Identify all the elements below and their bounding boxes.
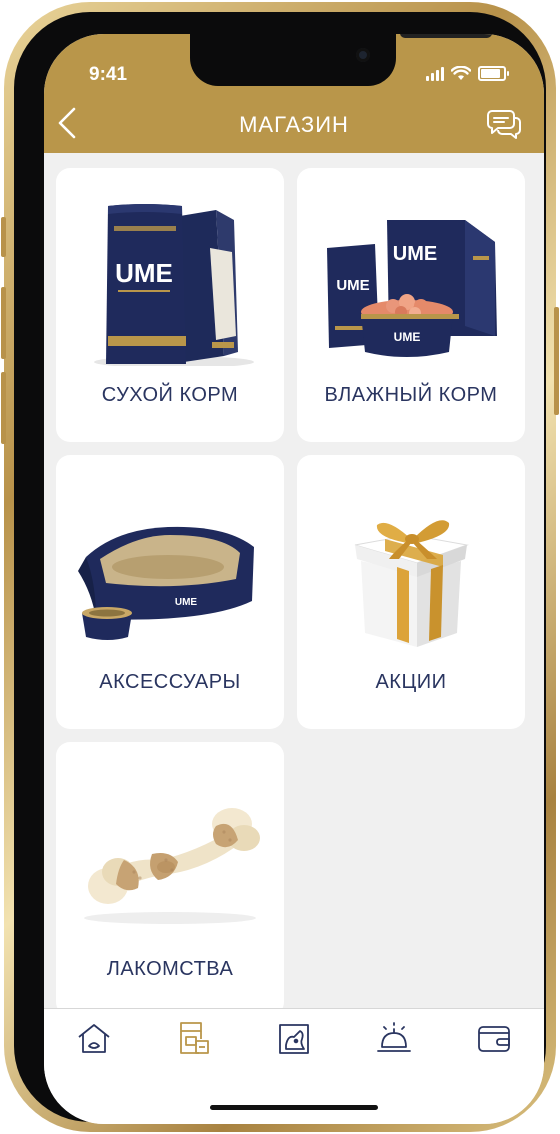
home-tab[interactable] — [74, 1019, 114, 1057]
pets-tab[interactable] — [274, 1019, 314, 1057]
shop-tab[interactable] — [174, 1019, 214, 1057]
category-label: АКЦИИ — [375, 671, 447, 693]
mute-switch — [1, 217, 6, 257]
volume-up-button — [1, 287, 6, 359]
category-label: ВЛАЖНЫЙ КОРМ — [324, 384, 498, 406]
volume-down-button — [1, 372, 6, 444]
status-icons — [426, 66, 509, 81]
notch — [190, 34, 492, 86]
bottom-tab-bar — [44, 1008, 544, 1124]
pet-bed-and-bowl-image: UME — [78, 526, 254, 640]
category-label: АКСЕССУАРЫ — [99, 671, 241, 693]
dry-food-bags-image: UME — [94, 204, 254, 366]
category-card-treats[interactable]: ЛАКОМСТВА — [56, 742, 284, 1016]
gift-box-image — [354, 520, 469, 647]
status-time: 9:41 — [89, 64, 128, 85]
brand-logo: UME — [336, 277, 369, 294]
wallet-tab[interactable] — [474, 1019, 514, 1057]
app-screen: 9:41 МАГАЗИН UME СУХОЙ КОРМ UME UME UME … — [44, 34, 544, 1124]
app-header: 9:41 МАГАЗИН — [44, 34, 544, 153]
category-card-dry-food[interactable]: UME СУХОЙ КОРМ — [56, 168, 284, 442]
pet-profile-icon — [279, 1024, 309, 1054]
phone-bezel: 9:41 МАГАЗИН UME СУХОЙ КОРМ UME UME UME … — [14, 12, 546, 1124]
chat-button[interactable] — [486, 107, 522, 139]
speaker-grille — [400, 34, 492, 38]
chew-bone-image — [84, 808, 260, 924]
home-icon — [78, 1024, 110, 1053]
phone-frame: 9:41 МАГАЗИН UME СУХОЙ КОРМ UME UME UME … — [1, 2, 559, 1132]
brand-logo: UME — [115, 258, 173, 288]
category-label: ЛАКОМСТВА — [106, 958, 234, 980]
camera-icon — [356, 48, 370, 62]
category-card-promotions[interactable]: АКЦИИ — [297, 455, 525, 729]
signal-icon — [426, 67, 444, 81]
battery-icon — [478, 66, 509, 81]
category-card-accessories[interactable]: UME АКСЕССУАРЫ — [56, 455, 284, 729]
services-tab[interactable] — [374, 1019, 414, 1057]
wifi-icon — [451, 66, 471, 80]
brand-logo: UME — [393, 243, 437, 265]
category-card-wet-food[interactable]: UME UME UME ВЛАЖНЫЙ КОРМ — [297, 168, 525, 442]
power-button — [554, 307, 559, 415]
brand-logo: UME — [175, 597, 198, 608]
service-bell-icon — [377, 1022, 411, 1052]
home-indicator — [210, 1105, 378, 1110]
wallet-icon — [478, 1026, 510, 1052]
wet-food-pack-image: UME UME UME — [327, 220, 497, 357]
category-label: СУХОЙ КОРМ — [101, 384, 239, 406]
chat-bubbles-icon — [487, 110, 521, 139]
page-title: МАГАЗИН — [239, 112, 349, 137]
shop-icon — [180, 1022, 209, 1054]
brand-logo: UME — [394, 330, 421, 344]
